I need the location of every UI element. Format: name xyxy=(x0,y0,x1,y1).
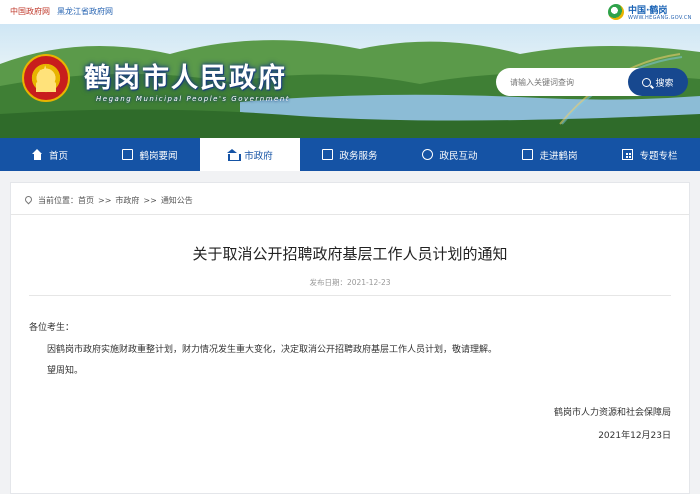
nav-item-about[interactable]: 走进鹤岗 xyxy=(500,138,600,171)
article-title: 关于取消公开招聘政府基层工作人员计划的通知 xyxy=(192,245,508,263)
article-body: 因鹤岗市政府实施财政重整计划，财力情况发生重大变化，决定取消公开招聘政府基层工作… xyxy=(47,345,498,355)
nav-item-label: 政民互动 xyxy=(439,150,478,162)
nav-item-services[interactable]: 政务服务 xyxy=(300,138,400,171)
breadcrumb-prefix: 当前位置： xyxy=(38,196,78,205)
news-icon xyxy=(122,149,134,160)
book-icon xyxy=(522,149,534,160)
nav-item-label: 政务服务 xyxy=(339,150,378,162)
search-button[interactable]: 搜索 xyxy=(628,68,688,96)
nav-item-label: 首页 xyxy=(48,150,68,162)
publish-date: 发布日期：2021-12-23 xyxy=(309,278,391,287)
divider xyxy=(11,214,689,215)
article-closing: 望周知。 xyxy=(47,366,84,376)
site-title: 鹤岗市人民政府 xyxy=(84,63,287,94)
top-strip: 中国政府网 黑龙江省政府网 中国·鹤岗 WWW.HEGANG.GOV.CN xyxy=(0,0,700,24)
link-china-gov[interactable]: 中国政府网 xyxy=(10,6,50,17)
grid-icon xyxy=(622,149,634,160)
location-pin-icon xyxy=(23,194,34,205)
nav-item-topics[interactable]: 专题专栏 xyxy=(600,138,700,171)
article-panel: 当前位置：首页 >> 市政府 >> 通知公告 关于取消公开招聘政府基层工作人员计划的通知… xyxy=(10,182,690,494)
nav-item-label: 市政府 xyxy=(244,150,273,162)
brand-logo[interactable]: 中国·鹤岗 WWW.HEGANG.GOV.CN xyxy=(608,2,691,24)
service-icon xyxy=(322,149,334,160)
breadcrumb-home[interactable]: 首页 xyxy=(78,196,94,205)
search-icon xyxy=(642,77,652,87)
search-button-label: 搜索 xyxy=(655,78,674,89)
header-banner: ★ 鹤岗市人民政府 Hegang Municipal People's Gove… xyxy=(0,24,700,138)
nav-item-home[interactable]: 首页 xyxy=(0,138,100,171)
search-input[interactable] xyxy=(496,68,646,96)
breadcrumb: 当前位置：首页 >> 市政府 >> 通知公告 xyxy=(23,194,193,206)
breadcrumb-separator: >> xyxy=(143,196,157,205)
search-box: 搜索 xyxy=(496,68,688,96)
national-emblem-icon: ★ xyxy=(22,54,70,102)
nav-item-label: 鹤岗要闻 xyxy=(139,150,178,162)
link-heilongjiang-gov[interactable]: 黑龙江省政府网 xyxy=(57,6,113,17)
brand-mark-icon xyxy=(608,4,624,20)
brand-url: WWW.HEGANG.GOV.CN xyxy=(628,15,692,21)
breadcrumb-notices[interactable]: 通知公告 xyxy=(161,196,193,205)
article-sign-date: 2021年12月23日 xyxy=(598,431,671,441)
government-building-icon xyxy=(227,149,242,161)
divider xyxy=(29,295,671,296)
home-icon xyxy=(31,149,43,160)
chat-icon xyxy=(422,149,434,160)
breadcrumb-government[interactable]: 市政府 xyxy=(115,196,139,205)
site-subtitle: Hegang Municipal People's Government xyxy=(96,95,291,103)
nav-item-government[interactable]: 市政府 xyxy=(200,138,300,171)
nav-item-label: 走进鹤岗 xyxy=(539,150,578,162)
nav-item-news[interactable]: 鹤岗要闻 xyxy=(100,138,200,171)
article-signer: 鹤岗市人力资源和社会保障局 xyxy=(553,408,671,418)
breadcrumb-separator: >> xyxy=(98,196,112,205)
main-nav: 首页 鹤岗要闻 市政府 政务服务 政民互动 走进鹤岗 专题专栏 xyxy=(0,138,700,171)
nav-item-label: 专题专栏 xyxy=(639,150,678,162)
nav-item-interaction[interactable]: 政民互动 xyxy=(400,138,500,171)
article-greeting: 各位考生： xyxy=(29,323,75,333)
